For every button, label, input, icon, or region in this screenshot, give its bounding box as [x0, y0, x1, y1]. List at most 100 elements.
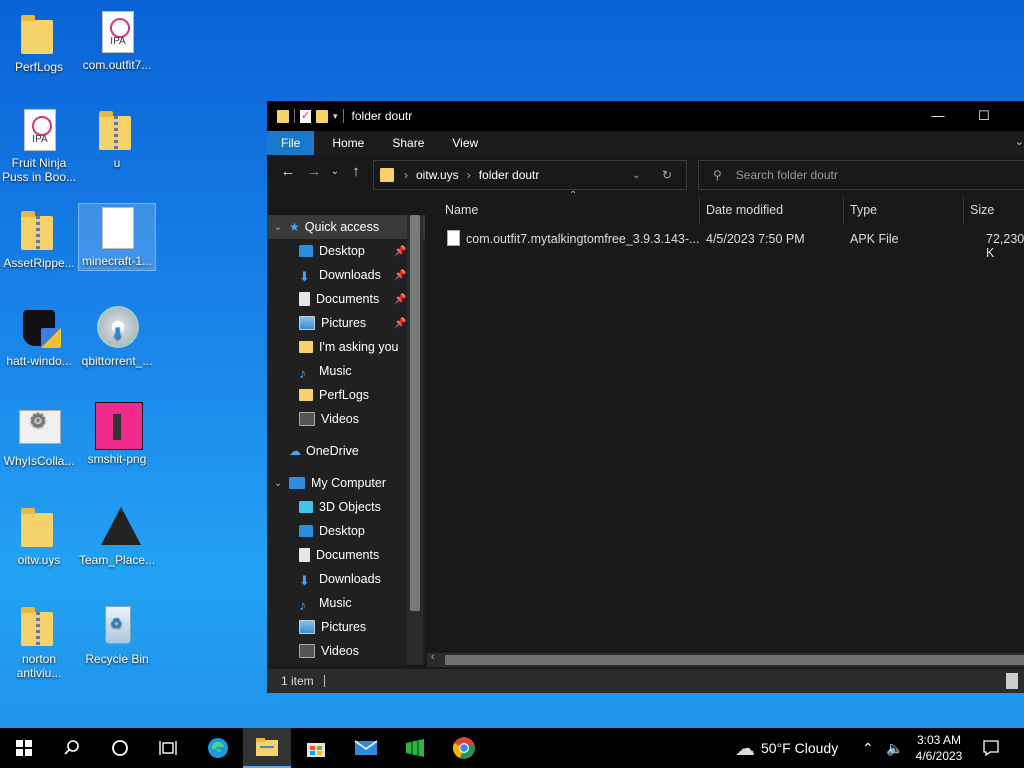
nav-item-music[interactable]: ♪ Music	[267, 359, 425, 383]
column-divider[interactable]	[963, 196, 964, 224]
sort-ascending-icon: ⌃	[569, 190, 578, 201]
separator	[294, 109, 295, 123]
documents-icon	[299, 548, 310, 562]
nav-item-documents-pc[interactable]: Documents	[267, 543, 425, 567]
nav-quick-access[interactable]: ⌄ ★ Quick access	[267, 215, 425, 239]
desktop-icon-u[interactable]: u	[79, 106, 155, 170]
taskbar-store[interactable]	[292, 728, 340, 768]
desktop-icon-qbittorrent[interactable]: ⬇ qbittorrent_...	[79, 304, 155, 368]
tab-file[interactable]: File	[267, 131, 315, 155]
desktop-icon-smshit-png[interactable]: smshit-png	[79, 402, 155, 466]
desktop-icon-team-place[interactable]: Team_Place...	[79, 503, 155, 567]
nav-item-videos[interactable]: Videos	[267, 407, 425, 431]
nav-item-perflogs[interactable]: PerfLogs	[267, 383, 425, 407]
nav-item-desktop[interactable]: Desktop 📌	[267, 239, 425, 263]
weather-widget[interactable]: ☁ 50°F Cloudy	[735, 728, 838, 768]
column-header-size[interactable]: Size	[970, 203, 994, 217]
collapse-chevron-icon[interactable]: ⌄	[267, 478, 289, 489]
column-divider[interactable]	[699, 196, 700, 224]
nav-item-downloads-pc[interactable]: ⬇ Downloads	[267, 567, 425, 591]
desktop-icon-hatt-windows[interactable]: hatt-windo...	[1, 304, 77, 368]
breadcrumb-item-oitw-uys[interactable]: oitw.uys	[416, 168, 459, 182]
nav-scrollbar[interactable]	[407, 215, 423, 665]
expand-ribbon-icon[interactable]: ⌄	[1015, 135, 1024, 148]
maximize-button[interactable]: ☐	[961, 101, 1007, 131]
column-header-name[interactable]: Name	[445, 203, 478, 217]
action-center-button[interactable]	[982, 728, 1000, 768]
nav-label: Desktop	[319, 244, 365, 258]
horizontal-scrollbar[interactable]: ‹	[427, 651, 1024, 667]
collapse-chevron-icon[interactable]: ⌄	[267, 222, 289, 233]
column-header-date-modified[interactable]: Date modified	[706, 203, 783, 217]
nav-item-im-asking-you[interactable]: I'm asking you	[267, 335, 425, 359]
breadcrumb-chevron-icon[interactable]: ›	[404, 168, 408, 182]
nav-item-downloads[interactable]: ⬇ Downloads 📌	[267, 263, 425, 287]
minimize-button[interactable]: —	[915, 101, 961, 131]
separator	[342, 109, 344, 123]
breadcrumb-item-folder-doutr[interactable]: folder doutr	[479, 168, 540, 182]
file-icon	[447, 230, 460, 246]
taskbar-chrome[interactable]	[440, 728, 488, 768]
task-view-button[interactable]	[144, 728, 192, 768]
scrollbar-thumb[interactable]	[445, 655, 1024, 665]
taskbar-excel-like-app[interactable]	[391, 728, 439, 768]
forward-arrow-icon[interactable]: →	[301, 163, 327, 180]
nav-item-3d-objects[interactable]: 3D Objects	[267, 495, 425, 519]
search-button[interactable]	[48, 728, 96, 768]
nav-label: Music	[319, 596, 352, 610]
taskbar-mail[interactable]	[342, 728, 390, 768]
search-placeholder: Search folder doutr	[735, 168, 838, 182]
cortana-button[interactable]	[96, 728, 144, 768]
up-arrow-icon[interactable]: ↑	[343, 163, 369, 180]
details-view-icon[interactable]	[1006, 673, 1018, 689]
file-row[interactable]: com.outfit7.mytalkingtomfree_3.9.3.143-.…	[427, 226, 1024, 260]
desktop-icon-perflogs[interactable]: PerfLogs	[1, 10, 77, 74]
customize-quick-access-icon[interactable]: ▾	[333, 111, 338, 122]
volume-button[interactable]: 🔈	[886, 728, 903, 768]
nav-item-desktop-pc[interactable]: Desktop	[267, 519, 425, 543]
address-dropdown-icon[interactable]: ⌄	[632, 170, 640, 181]
nav-onedrive[interactable]: ☁ OneDrive	[267, 439, 425, 463]
nav-my-computer[interactable]: ⌄ My Computer	[267, 471, 425, 495]
new-folder-icon[interactable]	[316, 109, 328, 123]
desktop-icon-assetripper[interactable]: AssetRippe...	[1, 206, 77, 270]
nav-item-videos-pc[interactable]: Videos	[267, 639, 425, 663]
refresh-icon[interactable]: ↻	[662, 168, 672, 182]
desktop-icon	[299, 525, 313, 537]
desktop-icon-com-outfit7[interactable]: IPA com.outfit7...	[79, 8, 155, 72]
search-box[interactable]: ⚲ Search folder doutr	[698, 160, 1024, 190]
desktop-icon-recycle-bin[interactable]: ♻ Recycle Bin	[79, 602, 155, 666]
clock-date: 4/6/2023	[915, 749, 963, 763]
taskbar-edge[interactable]	[194, 728, 242, 768]
desktop-icon-oitw-uys[interactable]: oitw.uys	[1, 503, 77, 567]
scrollbar-thumb[interactable]	[410, 215, 420, 611]
scroll-left-icon[interactable]: ‹	[431, 651, 435, 663]
nav-item-music-pc[interactable]: ♪ Music	[267, 591, 425, 615]
recent-locations-icon[interactable]: ⌄	[327, 166, 343, 177]
tab-view[interactable]: View	[438, 131, 492, 155]
clock[interactable]: 3:03 AM 4/6/2023	[914, 728, 964, 768]
taskbar-file-explorer[interactable]	[243, 728, 291, 768]
nav-item-documents[interactable]: Documents 📌	[267, 287, 425, 311]
tab-home[interactable]: Home	[318, 131, 378, 155]
column-divider[interactable]	[843, 196, 844, 224]
unity-app-icon	[93, 503, 141, 551]
nav-label: 3D Objects	[319, 500, 381, 514]
nav-item-pictures-pc[interactable]: Pictures	[267, 615, 425, 639]
column-header-type[interactable]: Type	[850, 203, 877, 217]
folder-icon	[380, 168, 394, 182]
back-arrow-icon[interactable]: ←	[275, 163, 301, 180]
store-icon	[307, 743, 325, 757]
desktop-icon-fruit-ninja[interactable]: IPA Fruit Ninja Puss in Boo...	[1, 106, 77, 184]
nav-item-pictures[interactable]: Pictures 📌	[267, 311, 425, 335]
start-button[interactable]	[0, 728, 48, 768]
desktop-icon-whyiscolla[interactable]: ⚙ WhyIsColla...	[1, 404, 77, 468]
desktop-icon-norton[interactable]: norton antiviu...	[1, 602, 77, 680]
desktop-icon-minecraft[interactable]: minecraft-1...	[78, 203, 156, 271]
breadcrumb-chevron-icon[interactable]: ›	[467, 168, 471, 182]
address-bar[interactable]: › oitw.uys › folder doutr ⌄ ↻	[373, 160, 687, 190]
title-bar: ▾ folder doutr — ☐	[267, 101, 1024, 131]
tab-share[interactable]: Share	[378, 131, 438, 155]
tray-overflow-button[interactable]: ⌃	[862, 728, 874, 768]
properties-icon[interactable]	[300, 109, 311, 123]
